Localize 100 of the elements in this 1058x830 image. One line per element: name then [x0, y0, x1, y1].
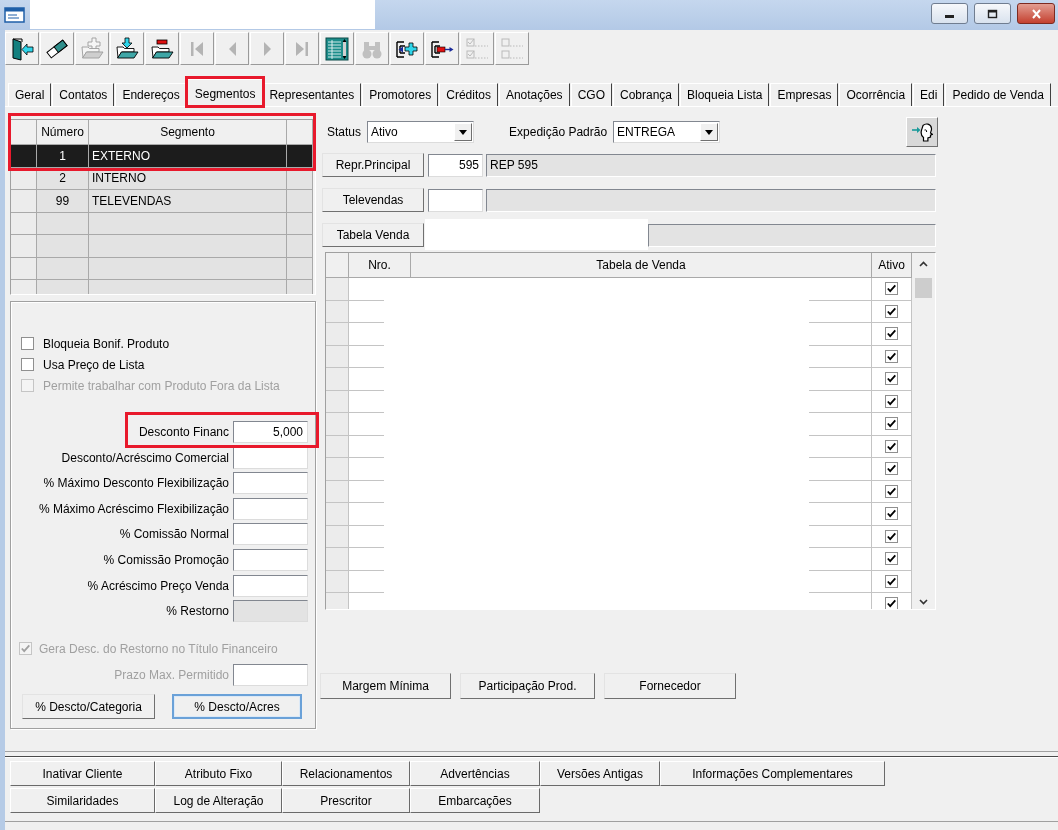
- field-label: % Comissão Promoção: [103, 552, 229, 567]
- tab[interactable]: Geral: [8, 83, 52, 106]
- grid-button[interactable]: [320, 32, 354, 65]
- row-header-cell: [326, 435, 349, 458]
- tab[interactable]: Anotações: [498, 83, 570, 106]
- checkbox[interactable]: [885, 574, 898, 588]
- tab[interactable]: Ocorrência: [839, 83, 913, 106]
- input-field[interactable]: [233, 574, 308, 597]
- action-button[interactable]: % Descto/Categoria: [22, 694, 155, 720]
- checkbox-label[interactable]: Usa Preço de Lista: [43, 357, 145, 372]
- action-button[interactable]: Participação Prod.: [460, 673, 595, 699]
- action-button[interactable]: Similaridades: [10, 788, 155, 813]
- action-button[interactable]: Inativar Cliente: [10, 761, 155, 786]
- column-header[interactable]: Tabela de Venda: [411, 253, 872, 278]
- input-field[interactable]: [233, 446, 308, 469]
- lookup-button[interactable]: Televendas: [322, 188, 424, 212]
- input-field[interactable]: [233, 472, 308, 495]
- tab[interactable]: Bloqueia Lista: [680, 83, 770, 106]
- checkbox[interactable]: [885, 529, 898, 543]
- action-button[interactable]: Atributo Fixo: [155, 761, 282, 786]
- table-row[interactable]: 99 TELEVENDAS: [11, 190, 315, 213]
- action-button[interactable]: Fornecedor: [604, 673, 736, 699]
- checkbox[interactable]: [885, 304, 898, 318]
- maximize-button[interactable]: [974, 3, 1011, 24]
- checkbox[interactable]: [885, 597, 898, 609]
- insert-button[interactable]: [390, 32, 424, 65]
- tab[interactable]: Edi: [913, 83, 945, 106]
- tab[interactable]: Empresas: [770, 83, 839, 106]
- exit-button[interactable]: [5, 32, 39, 65]
- import-button[interactable]: [110, 32, 144, 65]
- input-field[interactable]: [233, 497, 308, 520]
- status-dropdown[interactable]: Ativo: [367, 121, 475, 143]
- caret-down-icon: [705, 129, 714, 135]
- checkbox[interactable]: [885, 349, 898, 363]
- column-header[interactable]: Segmento: [89, 120, 287, 145]
- column-header[interactable]: Nro.: [349, 253, 411, 278]
- action-button[interactable]: Log de Alteração: [155, 788, 282, 813]
- row-header-cell: [326, 413, 349, 436]
- checkmark-icon: [886, 508, 897, 520]
- checkbox[interactable]: [21, 358, 34, 371]
- tab[interactable]: Pedido de Venda: [945, 83, 1051, 106]
- checkbox-label[interactable]: Bloqueia Bonif. Produto: [43, 336, 170, 351]
- input-field[interactable]: 595: [428, 153, 483, 177]
- input-field[interactable]: [428, 188, 483, 212]
- tab[interactable]: Cobrança: [612, 83, 679, 106]
- row-header-cell: [326, 300, 349, 323]
- checkbox[interactable]: [885, 507, 898, 521]
- checkbox[interactable]: [885, 484, 898, 498]
- row-header-cell: [326, 345, 349, 368]
- tab[interactable]: Contatos: [52, 83, 115, 106]
- remove-folder-button[interactable]: [145, 32, 179, 65]
- checkbox[interactable]: [885, 282, 898, 296]
- table-cell: TELEVENDAS: [89, 190, 287, 213]
- row-header-cell: [326, 593, 349, 609]
- checkbox[interactable]: [885, 552, 898, 566]
- action-button[interactable]: Advertências: [410, 761, 540, 786]
- action-button[interactable]: Prescritor: [282, 788, 410, 813]
- tab[interactable]: Segmentos: [186, 79, 264, 107]
- field-label: % Comissão Normal: [119, 527, 229, 542]
- input-field[interactable]: [233, 523, 308, 546]
- tab[interactable]: Representantes: [262, 83, 362, 106]
- next-icon: [263, 41, 271, 56]
- table-cell: EXTERNO: [89, 145, 287, 168]
- table-row[interactable]: 1 EXTERNO: [11, 145, 315, 168]
- action-button[interactable]: Versões Antigas: [540, 761, 660, 786]
- tab[interactable]: Promotores: [362, 83, 439, 106]
- column-header[interactable]: Ativo: [872, 253, 912, 278]
- action-button[interactable]: Margem Mínima: [320, 673, 451, 699]
- column-header[interactable]: Número: [37, 120, 89, 145]
- tab[interactable]: Créditos: [439, 83, 498, 106]
- input-field[interactable]: [233, 600, 308, 623]
- minimize-button[interactable]: [931, 3, 968, 24]
- action-button[interactable]: % Descto/Acres: [172, 694, 302, 720]
- checkbox[interactable]: [885, 417, 898, 431]
- checkbox[interactable]: [885, 372, 898, 386]
- input-field[interactable]: [233, 548, 308, 571]
- vertical-scrollbar[interactable]: [912, 253, 935, 609]
- shipping-dropdown[interactable]: ENTREGA: [613, 121, 721, 143]
- action-button[interactable]: Relacionamentos: [282, 761, 410, 786]
- person-button[interactable]: [906, 117, 938, 147]
- checkmark-icon: [886, 305, 897, 317]
- chevron-up-icon[interactable]: [919, 261, 928, 267]
- action-button[interactable]: Embarcações: [410, 788, 540, 813]
- checkbox[interactable]: [885, 327, 898, 341]
- checkbox[interactable]: [885, 439, 898, 453]
- lookup-button[interactable]: Tabela Venda: [322, 223, 424, 247]
- checkbox[interactable]: [885, 462, 898, 476]
- action-button[interactable]: Informações Complementares: [660, 761, 885, 786]
- tab[interactable]: CGO: [570, 83, 612, 106]
- input-field[interactable]: 5,000: [233, 421, 308, 443]
- input-field[interactable]: [233, 664, 308, 687]
- scrollbar-thumb[interactable]: [915, 278, 932, 298]
- remove-button[interactable]: [425, 32, 459, 65]
- checkbox[interactable]: [885, 394, 898, 408]
- tab[interactable]: Endereços: [115, 83, 187, 106]
- eraser-button[interactable]: [40, 32, 74, 65]
- lookup-button[interactable]: Repr.Principal: [322, 153, 424, 177]
- checkbox[interactable]: [21, 337, 34, 350]
- close-button[interactable]: [1017, 3, 1055, 24]
- chevron-down-icon[interactable]: [919, 599, 928, 605]
